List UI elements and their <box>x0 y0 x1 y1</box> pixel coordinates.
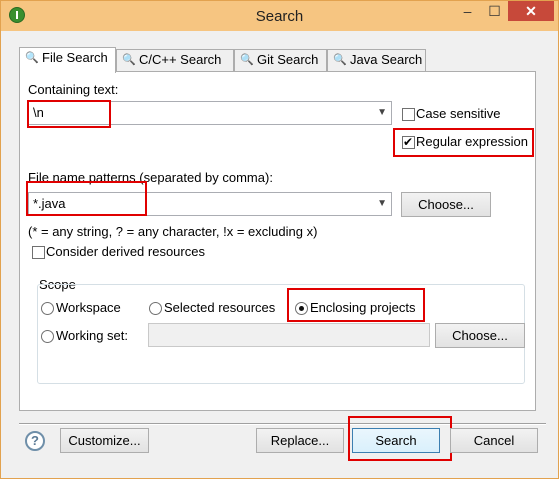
highlight-file-patterns <box>26 181 147 216</box>
scope-group: Workspace Selected resources Enclosing p… <box>37 284 525 384</box>
derived-resources-label: Consider derived resources <box>46 244 205 259</box>
tab-git-search[interactable]: 🔍 Git Search <box>234 49 327 71</box>
maximize-button[interactable]: ☐ <box>481 1 508 21</box>
selected-resources-radio[interactable] <box>149 302 162 315</box>
tab-file-search[interactable]: 🔍 File Search <box>19 47 116 73</box>
tab-label: File Search <box>42 50 108 65</box>
working-set-radio[interactable] <box>41 330 54 343</box>
highlight-search-button <box>348 416 452 461</box>
git-search-icon: 🔍 <box>240 54 254 66</box>
tab-label: Java Search <box>350 52 423 67</box>
title-bar: Search – ☐ ✕ <box>1 1 558 31</box>
workspace-radio[interactable] <box>41 302 54 315</box>
close-button[interactable]: ✕ <box>508 1 554 21</box>
case-sensitive-label: Case sensitive <box>416 106 501 121</box>
tab-java-search[interactable]: 🔍 Java Search <box>327 49 426 71</box>
case-sensitive-checkbox[interactable] <box>402 108 415 121</box>
customize-button[interactable]: Customize... <box>60 428 149 453</box>
tab-label: Git Search <box>257 52 319 67</box>
highlight-enclosing-projects <box>287 288 425 322</box>
help-icon[interactable]: ? <box>25 431 45 451</box>
cancel-button[interactable]: Cancel <box>450 428 538 453</box>
derived-resources-checkbox[interactable] <box>32 246 45 259</box>
tab-cpp-search[interactable]: 🔍 C/C++ Search <box>116 49 234 71</box>
working-set-label: Working set: <box>56 328 129 343</box>
search-dialog: Search – ☐ ✕ 🔍 File Search 🔍 C/C++ Searc… <box>0 0 559 479</box>
footer-divider <box>19 423 546 425</box>
chevron-down-icon[interactable]: ▼ <box>377 107 387 118</box>
replace-button[interactable]: Replace... <box>256 428 344 453</box>
minimize-button[interactable]: – <box>454 1 481 21</box>
cpp-search-icon: 🔍 <box>122 54 136 66</box>
chevron-down-icon[interactable]: ▼ <box>377 198 387 209</box>
patterns-hint: (* = any string, ? = any character, !x =… <box>28 224 318 239</box>
java-search-icon: 🔍 <box>333 54 347 66</box>
choose-working-set-button[interactable]: Choose... <box>435 323 525 348</box>
dialog-body: 🔍 File Search 🔍 C/C++ Search 🔍 Git Searc… <box>9 31 550 472</box>
selected-resources-label: Selected resources <box>164 300 276 315</box>
choose-patterns-button[interactable]: Choose... <box>401 192 491 217</box>
working-set-field <box>148 323 430 347</box>
highlight-containing-text <box>27 100 111 128</box>
workspace-label: Workspace <box>56 300 121 315</box>
tab-label: C/C++ Search <box>139 52 222 67</box>
highlight-regular-expression <box>393 128 534 157</box>
containing-text-label: Containing text: <box>28 82 119 97</box>
file-search-icon: 🔍 <box>25 52 39 64</box>
